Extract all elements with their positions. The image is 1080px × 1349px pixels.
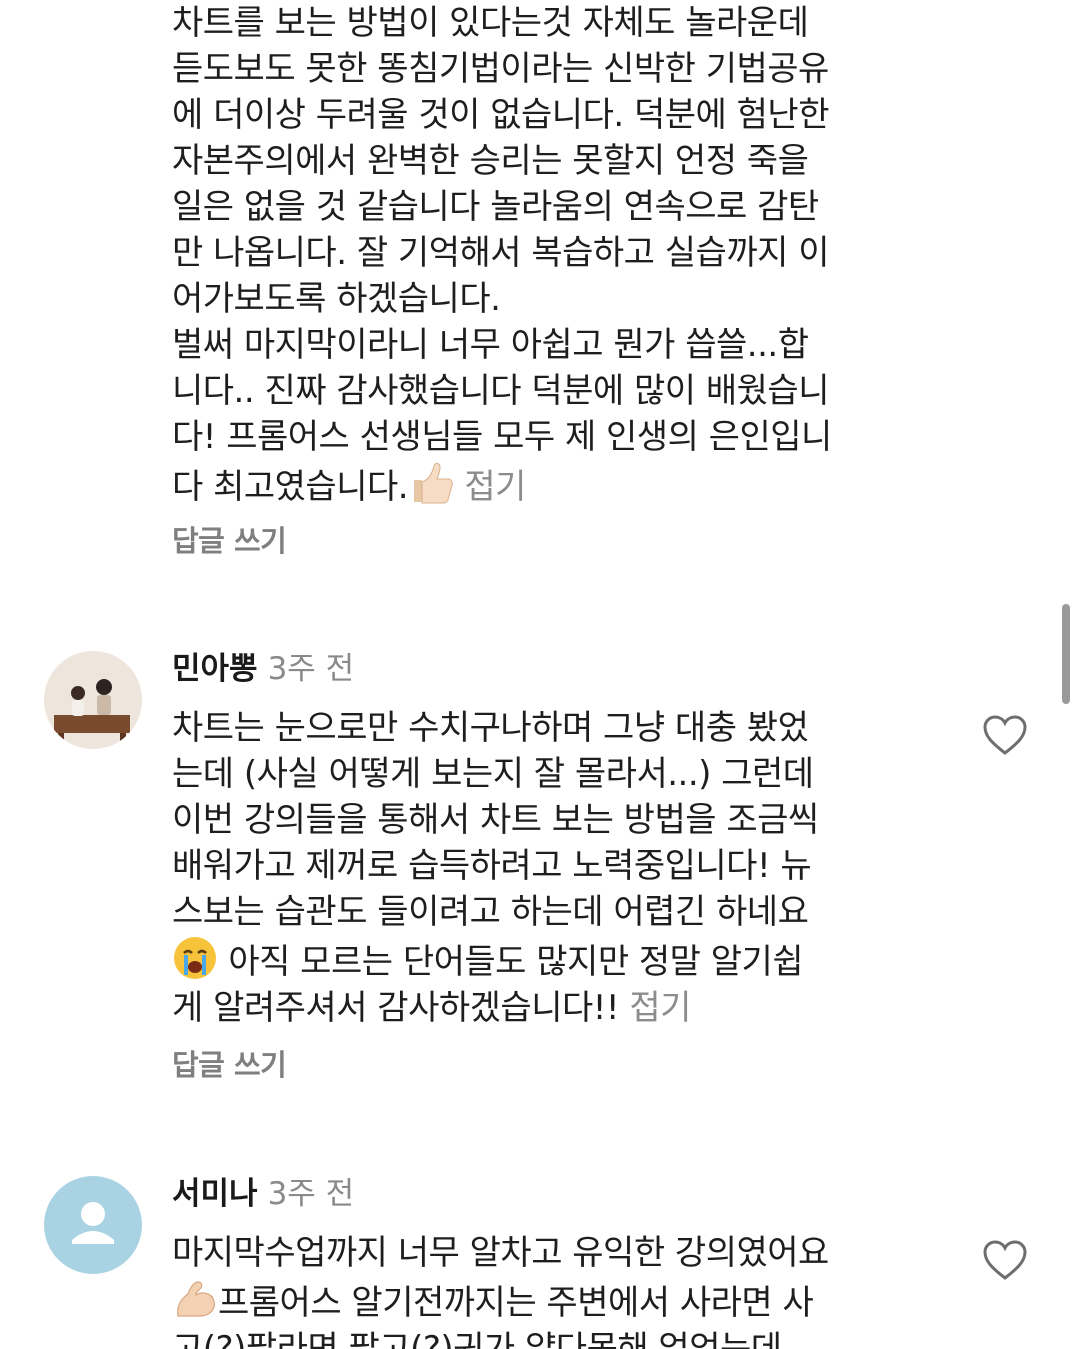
scrollbar[interactable] [1062, 604, 1070, 704]
comment-2-body: 차트는 눈으로만 수치구나하며 그냥 대충 봤었 는데 (사실 어떻게 보는지 … [172, 705, 892, 1031]
comment-2-line-4: 배워가고 제꺼로 습득하려고 노력중입니다! 뉴 [172, 846, 812, 886]
comment-2-line-1: 차트는 눈으로만 수치구나하며 그냥 대충 봤었 [172, 708, 809, 748]
comment-1-body: 차트를 보는 방법이 있다는것 자체도 놀라운데 듣도보도 못한 똥침기법이라는… [172, 0, 892, 510]
thumbs-up-icon [414, 463, 453, 504]
comment-1-line-7: 어가보도록 하겠습니다. [172, 279, 501, 319]
comment-2-header: 민아뽕 3주 전 [172, 649, 354, 689]
comment-1-line-5: 일은 없을 것 같습니다 놀라움의 연속으로 감탄 [172, 187, 819, 227]
comment-3-line-3: 고(?)팔라면 팔고(?)귀가 얇다못해 없었는데 [172, 1329, 782, 1349]
comment-time: 3주 전 [267, 651, 355, 687]
comment-1-line-6: 만 나옵니다. 잘 기억해서 복습하고 실습까지 이 [172, 233, 829, 273]
author-name[interactable]: 민아뽕 [172, 651, 258, 687]
collapse-link[interactable]: 접기 [629, 988, 691, 1028]
default-user-icon [72, 1202, 114, 1244]
comment-1-line-8: 벌써 마지막이라니 너무 아쉽고 뭔가 씁쓸...합 [172, 325, 809, 365]
comment-2-line-7: 게 알려주셔서 감사하겠습니다!! 접기 [172, 988, 691, 1028]
photo-avatar-image [44, 651, 142, 749]
comment-1-line-4: 자본주의에서 완벽한 승리는 못할지 언정 죽을 [172, 141, 809, 181]
author-name[interactable]: 서미나 [172, 1176, 258, 1212]
like-heart-icon[interactable] [982, 714, 1028, 756]
comment-1-line-11: 다 최고였습니다. 접기 [172, 463, 526, 507]
comment-1-line-1: 차트를 보는 방법이 있다는것 자체도 놀라운데 [172, 3, 809, 43]
comment-1-line-9: 니다.. 진짜 감사했습니다 덕분에 많이 배웠습니 [172, 371, 829, 411]
comment-2-line-6: 아직 모르는 단어들도 많지만 정말 알기쉽 [172, 937, 804, 982]
comment-1-line-2: 듣도보도 못한 똥침기법이라는 신박한 기법공유 [172, 49, 829, 89]
comment-2-line-3: 이번 강의들을 통해서 차트 보는 방법을 조금씩 [172, 800, 819, 840]
like-heart-icon[interactable] [982, 1239, 1028, 1281]
comment-time: 3주 전 [267, 1176, 355, 1212]
crying-face-icon [174, 937, 216, 979]
comment-3-body: 마지막수업까지 너무 알차고 유익한 강의였어요 프롬어스 알기전까지는 주변에… [172, 1230, 892, 1349]
comment-3-header: 서미나 3주 전 [172, 1174, 354, 1214]
comment-3-line-1: 마지막수업까지 너무 알차고 유익한 강의였어요 [172, 1233, 829, 1273]
comment-3-line-2: 프롬어스 알기전까지는 주변에서 사라면 사 [172, 1281, 814, 1323]
comment-2-line-5: 스보는 습관도 들이려고 하는데 어렵긴 하네요 [172, 892, 809, 932]
comment-2-line-2: 는데 (사실 어떻게 보는지 잘 몰라서...) 그런데 [172, 754, 814, 794]
reply-button[interactable]: 답글 쓰기 [172, 1042, 287, 1084]
avatar[interactable] [44, 1176, 142, 1274]
comment-1-line-3: 에 더이상 두려울 것이 없습니다. 덕분에 험난한 [172, 95, 829, 135]
comment-1-line-10: 다! 프롬어스 선생님들 모두 제 인생의 은인입니 [172, 417, 832, 457]
collapse-link[interactable]: 접기 [464, 467, 526, 507]
reply-button[interactable]: 답글 쓰기 [172, 518, 287, 560]
avatar[interactable] [44, 651, 142, 749]
flexed-biceps-icon [177, 1281, 215, 1317]
